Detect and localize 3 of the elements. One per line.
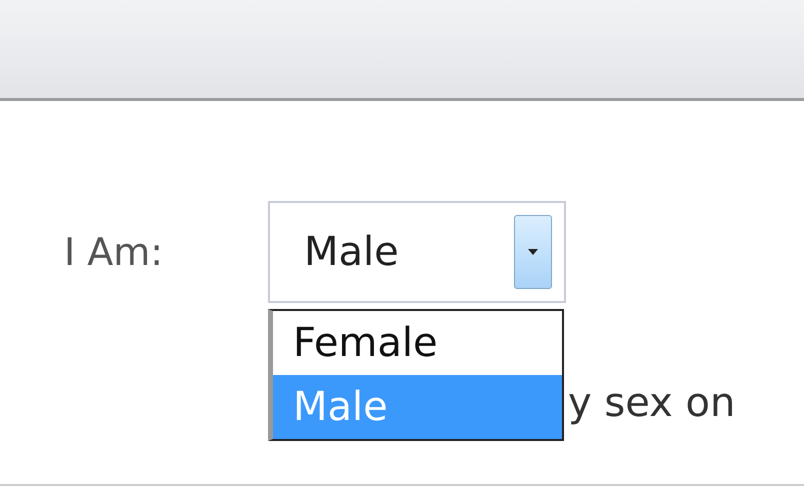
field-label: I Am: xyxy=(64,228,164,276)
sentence-text: y sex on xyxy=(568,380,736,426)
sex-select[interactable]: Male xyxy=(268,201,566,303)
